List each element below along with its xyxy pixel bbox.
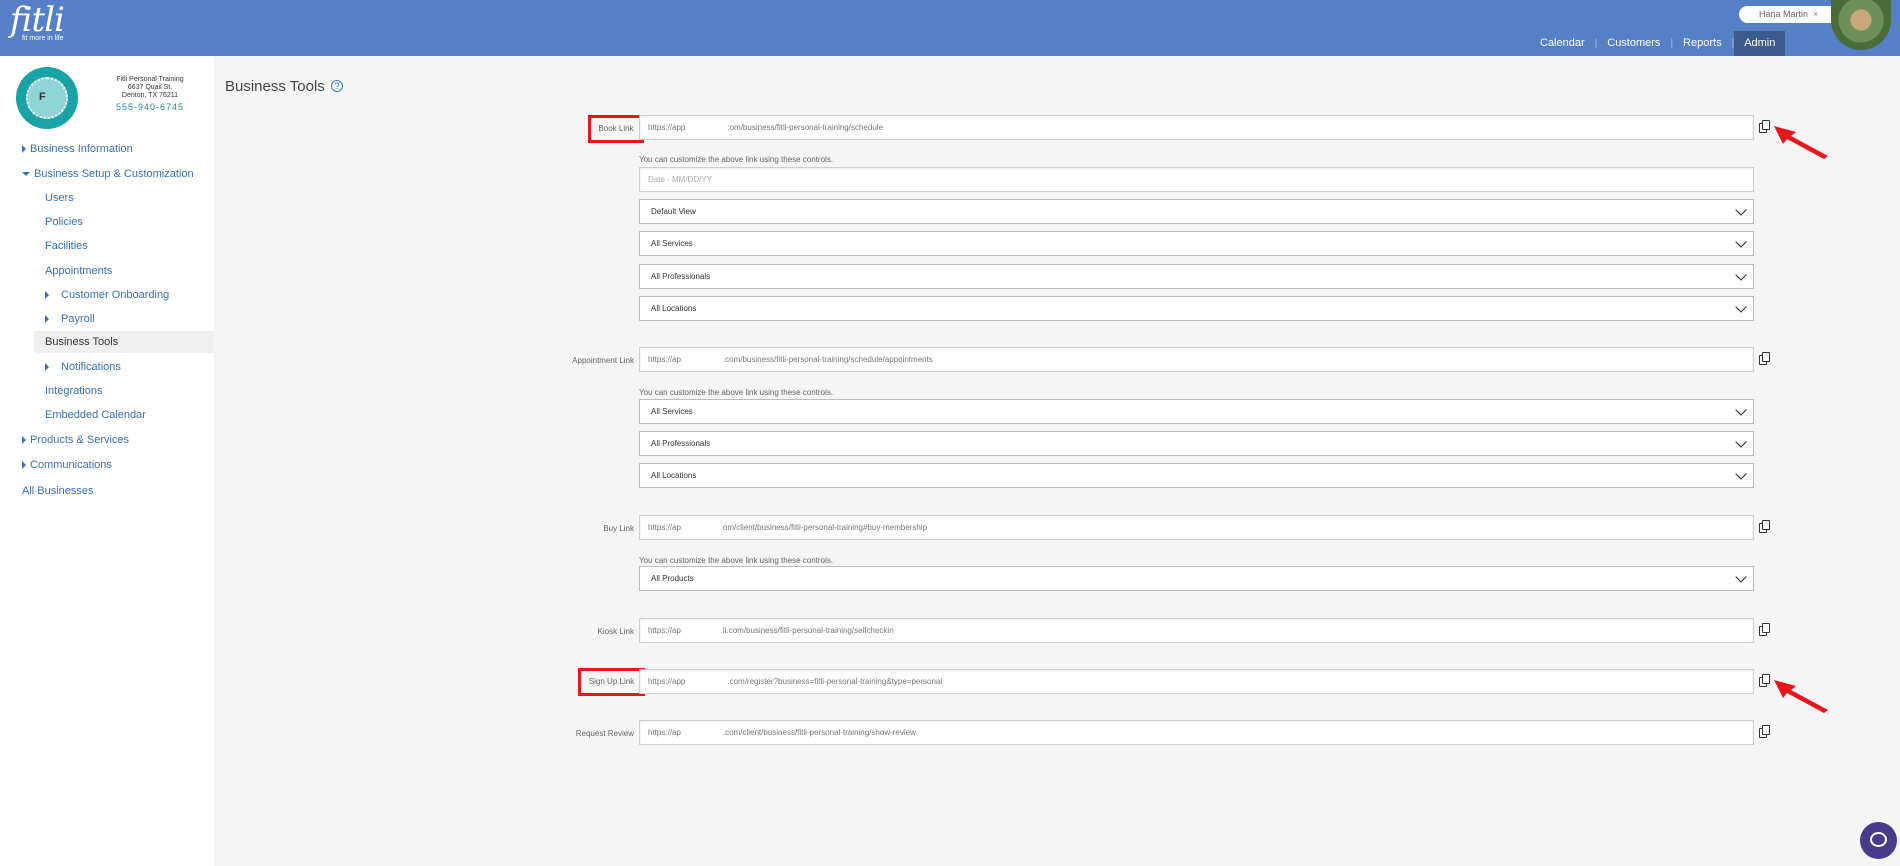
- close-icon[interactable]: ×: [1813, 9, 1818, 19]
- signup-link-field[interactable]: https://app .com/register?business=fitli-…: [639, 669, 1754, 694]
- business-phone[interactable]: 555-940-6745: [100, 103, 200, 112]
- fitli-logo[interactable]: fitli fit more in life: [10, 0, 65, 43]
- nav-admin[interactable]: Admin: [1734, 31, 1786, 56]
- appointment-professionals-select[interactable]: All Professionals: [639, 431, 1754, 456]
- copy-appointment-link-icon[interactable]: [1759, 352, 1771, 366]
- appointment-services-select[interactable]: All Services: [639, 399, 1754, 424]
- sidebar-item-label: Business Setup & Customization: [34, 168, 194, 180]
- copy-buy-link-icon[interactable]: [1759, 520, 1771, 534]
- chat-bubble-icon: [1870, 832, 1887, 847]
- logo-wordmark: fitli: [10, 0, 65, 40]
- buy-link-hint: You can customize the above link using t…: [639, 556, 834, 565]
- sidebar-item-appointments[interactable]: Appointments: [45, 260, 112, 282]
- book-view-select[interactable]: Default View: [639, 199, 1754, 224]
- sidebar-item-label: Communications: [30, 459, 112, 471]
- page-title: Business Tools ?: [225, 78, 343, 95]
- avatar[interactable]: [1831, 0, 1891, 50]
- help-icon[interactable]: ?: [330, 80, 343, 92]
- buy-link-label: Buy Link: [603, 524, 634, 533]
- book-link-label: Book Link: [588, 115, 644, 143]
- business-address-line1: 6637 Quail St.: [127, 84, 173, 91]
- sidebar-item-communications[interactable]: Communications: [22, 454, 112, 476]
- sidebar-item-customer-onboarding[interactable]: Customer Onboarding: [45, 284, 169, 306]
- kiosk-link-field[interactable]: https://ap li.com/business/fitli-personal…: [639, 618, 1754, 643]
- nav-customers[interactable]: Customers: [1597, 31, 1670, 56]
- sidebar-item-label: Payroll: [61, 313, 95, 325]
- copy-signup-link-icon[interactable]: [1759, 674, 1771, 688]
- book-link-field[interactable]: https://app:om/business/fitli-personal-t…: [639, 115, 1754, 140]
- sidebar-item-business-information[interactable]: Business Information: [22, 138, 133, 160]
- chat-button[interactable]: [1860, 822, 1897, 859]
- book-locations-select[interactable]: All Locations: [639, 296, 1754, 321]
- sidebar-item-embedded-calendar[interactable]: Embedded Calendar: [45, 404, 146, 426]
- logo-tagline: fit more in life: [22, 35, 64, 42]
- caret-right-icon: [45, 291, 49, 300]
- chevron-down-icon: [1735, 468, 1747, 480]
- sidebar-item-integrations[interactable]: Integrations: [45, 380, 102, 402]
- sidebar: F Fitli Personal Training 6637 Quail St.…: [0, 56, 214, 866]
- chevron-down-icon: [1735, 404, 1747, 416]
- chevron-down-icon: [1735, 236, 1747, 248]
- sidebar-item-users[interactable]: Users: [45, 187, 74, 209]
- request-review-label: Request Review: [575, 729, 634, 738]
- caret-down-icon: [22, 172, 30, 177]
- nav-reports[interactable]: Reports: [1673, 31, 1732, 56]
- business-address-line2: Denton, TX 76211: [121, 92, 179, 99]
- caret-right-icon: [22, 436, 26, 445]
- caret-right-icon: [22, 145, 26, 154]
- sidebar-item-payroll[interactable]: Payroll: [45, 308, 95, 330]
- buy-products-select[interactable]: All Products: [639, 566, 1754, 591]
- appointment-locations-select[interactable]: All Locations: [639, 463, 1754, 488]
- appointment-link-label: Appointment Link: [572, 356, 634, 365]
- business-info: Fitli Personal Training 6637 Quail St. D…: [100, 76, 200, 112]
- sidebar-item-policies[interactable]: Policies: [45, 211, 83, 233]
- kiosk-link-label: Kiosk Link: [597, 627, 634, 636]
- copy-kiosk-link-icon[interactable]: [1759, 623, 1771, 637]
- chevron-down-icon: [1735, 204, 1747, 216]
- chevron-down-icon: [1735, 269, 1747, 281]
- caret-right-icon: [45, 315, 49, 324]
- book-professionals-select[interactable]: All Professionals: [639, 264, 1754, 289]
- sidebar-item-facilities[interactable]: Facilities: [45, 235, 88, 257]
- sidebar-item-business-setup[interactable]: Business Setup & Customization: [22, 163, 194, 185]
- annotation-arrow-icon: [1774, 680, 1828, 713]
- appointment-link-hint: You can customize the above link using t…: [639, 388, 834, 397]
- chevron-down-icon: [1735, 301, 1747, 313]
- caret-right-icon: [45, 363, 49, 372]
- book-date-input[interactable]: Date - MM/DD/YY: [639, 167, 1754, 192]
- book-services-select[interactable]: All Services: [639, 231, 1754, 256]
- signup-link-label: Sign Up Link: [578, 668, 645, 696]
- sidebar-item-label: Notifications: [61, 361, 121, 373]
- chevron-down-icon: [1735, 436, 1747, 448]
- nav-calendar[interactable]: Calendar: [1530, 31, 1595, 56]
- user-name: Hana Martin: [1759, 9, 1809, 19]
- sidebar-item-business-tools[interactable]: Business Tools: [45, 331, 118, 353]
- sidebar-item-label: Customer Onboarding: [61, 289, 170, 301]
- chevron-down-icon: [1735, 571, 1747, 583]
- book-link-hint: You can customize the above link using t…: [639, 155, 834, 164]
- business-logo: F: [16, 67, 78, 129]
- main-nav: Calendar | Customers | Reports | Admin: [1530, 31, 1786, 56]
- copy-book-link-icon[interactable]: [1759, 120, 1771, 134]
- sidebar-item-label: Products & Services: [30, 434, 130, 446]
- business-name: Fitli Personal Training: [116, 76, 184, 83]
- sidebar-item-notifications[interactable]: Notifications: [45, 356, 121, 378]
- top-bar: fitli fit more in life Hana Martin × Cale…: [0, 0, 1900, 56]
- request-review-field[interactable]: https://ap .com/client/business/fitli-per…: [639, 720, 1754, 745]
- annotation-arrow-icon: [1774, 126, 1828, 159]
- appointment-link-field[interactable]: https://ap .com/business/fitli-personal-t…: [639, 347, 1754, 372]
- sidebar-item-products-services[interactable]: Products & Services: [22, 429, 129, 451]
- buy-link-field[interactable]: https://ap om/client/business/fitli-perso…: [639, 515, 1754, 540]
- copy-request-review-icon[interactable]: [1759, 725, 1771, 739]
- sidebar-item-all-businesses[interactable]: All Businesses: [22, 480, 94, 502]
- page-title-text: Business Tools: [225, 78, 325, 95]
- business-logo-text: F: [39, 91, 46, 103]
- caret-right-icon: [22, 461, 26, 470]
- sidebar-item-label: Business Information: [30, 143, 133, 155]
